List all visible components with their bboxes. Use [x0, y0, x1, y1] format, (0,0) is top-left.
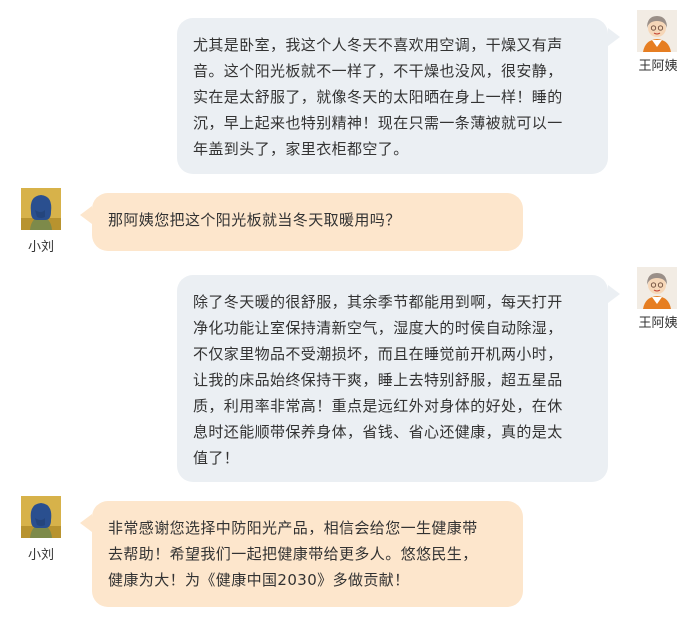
sender-name: 王阿姨 — [638, 59, 678, 74]
bubble-tail — [608, 285, 620, 303]
elderly-woman-avatar[interactable] — [637, 10, 677, 52]
message-bubble: 非常感谢您选择中防阳光产品，相信会给您一生健康带 去帮助！希望我们一起把健康带给… — [92, 501, 523, 607]
elderly-woman-avatar[interactable] — [637, 267, 677, 309]
young-woman-avatar[interactable] — [21, 188, 61, 230]
bubble-tail — [608, 28, 620, 46]
sender-name: 王阿姨 — [638, 316, 678, 331]
sender-name: 小刘 — [27, 240, 54, 255]
sender-name: 小刘 — [27, 548, 54, 563]
message-bubble: 那阿姨您把这个阳光板就当冬天取暖用吗？ — [92, 193, 523, 251]
young-woman-avatar[interactable] — [21, 496, 61, 538]
bubble-tail — [80, 206, 92, 224]
message-bubble: 尤其是卧室，我这个人冬天不喜欢用空调，干燥又有声 音。这个阳光板就不一样了，不干… — [177, 18, 608, 174]
bubble-tail — [80, 514, 92, 532]
message-bubble: 除了冬天暖的很舒服，其余季节都能用到啊，每天打开 净化功能让室保持清新空气，湿度… — [177, 275, 608, 482]
